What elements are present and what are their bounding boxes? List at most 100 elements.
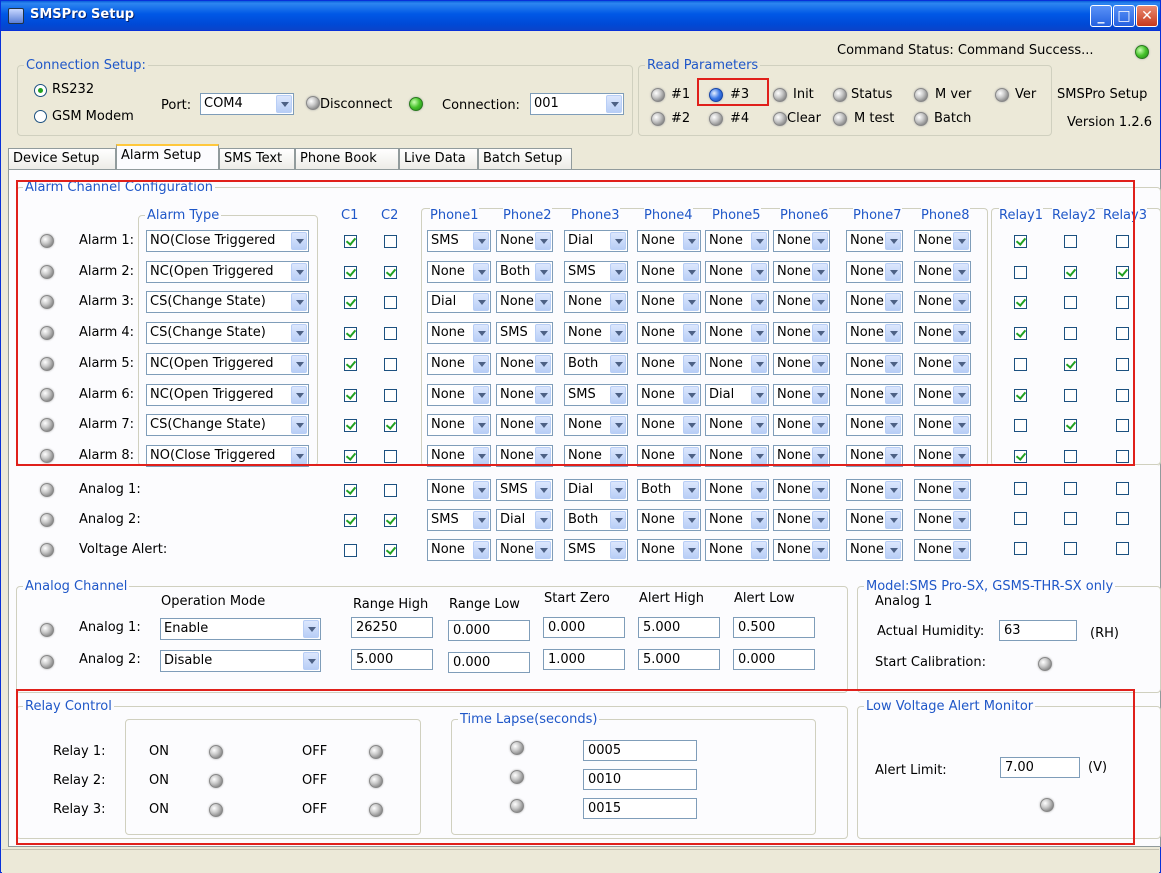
extra-1-c1-checkbox[interactable] [344,484,357,497]
calibration-button[interactable] [1038,657,1052,671]
analog1-alert-high[interactable]: 5.000 [638,617,720,638]
analog2-alert-low[interactable]: 0.000 [733,649,815,670]
extra-3-c1-checkbox[interactable] [344,544,357,557]
extra-2-phone1-select[interactable]: SMS [427,509,491,531]
chevron-down-icon [683,511,699,529]
tab-live-data[interactable]: Live Data [399,148,478,170]
extra-2-phone2-select[interactable]: Dial [496,509,553,531]
connection-setup-legend: Connection Setup: [26,58,146,73]
chevron-down-icon [751,541,767,559]
disconnect-led[interactable] [306,96,320,110]
extra-2-phone8-select[interactable]: None [914,509,971,531]
extra-2-relay2-checkbox[interactable] [1064,512,1077,525]
chevron-down-icon [953,511,969,529]
title-bar[interactable]: SMSPro Setup _ □ ✕ [1,1,1160,31]
extra-3-relay2-checkbox[interactable] [1064,542,1077,555]
extra-3-phone4-select[interactable]: None [637,539,701,561]
extra-2-phone5-select[interactable]: None [705,509,769,531]
humidity-input[interactable]: 63 [999,620,1077,641]
tab-batch-setup[interactable]: Batch Setup [478,148,572,170]
extra-1-phone7-select[interactable]: None [846,479,903,501]
chevron-down-icon [303,620,319,638]
extra-2-phone7-select[interactable]: None [846,509,903,531]
extra-1-phone1-select[interactable]: None [427,479,491,501]
analog2-led[interactable] [40,655,54,669]
port-select[interactable]: COM4 [200,93,294,115]
analog2-alert-high[interactable]: 5.000 [638,649,720,670]
analog2-range-high[interactable]: 5.000 [351,649,433,670]
analog1-range-low[interactable]: 0.000 [448,620,530,641]
extra-3-led[interactable] [40,543,54,557]
analog1-alert-low[interactable]: 0.500 [733,617,815,638]
close-button[interactable]: ✕ [1136,5,1158,27]
extra-2-c1-checkbox[interactable] [344,514,357,527]
maximize-button[interactable]: □ [1113,5,1135,27]
ver-button[interactable] [995,88,1009,102]
tab-sms-text[interactable]: SMS Text [219,148,295,170]
extra-1-phone2-select[interactable]: SMS [496,479,553,501]
read-2-button[interactable] [651,112,665,126]
chevron-down-icon [683,541,699,559]
analog1-start-zero[interactable]: 0.000 [543,617,625,638]
extra-1-relay1-checkbox[interactable] [1014,482,1027,495]
extra-3-phone7-select[interactable]: None [846,539,903,561]
minimize-button[interactable]: _ [1090,5,1112,27]
extra-1-c2-checkbox[interactable] [384,484,397,497]
extra-3-phone3-select[interactable]: SMS [564,539,628,561]
init-button[interactable] [773,88,787,102]
analog2-start-zero[interactable]: 1.000 [543,649,625,670]
read-3-button[interactable] [709,88,723,102]
extra-2-relay3-checkbox[interactable] [1116,512,1129,525]
chevron-down-icon [473,511,489,529]
read-1-button[interactable] [651,88,665,102]
extra-2-phone4-select[interactable]: None [637,509,701,531]
analog1-range-high[interactable]: 26250 [351,617,433,638]
chevron-down-icon [473,541,489,559]
status-button[interactable] [833,88,847,102]
read-4-button[interactable] [709,112,723,126]
extra-3-relay3-checkbox[interactable] [1116,542,1129,555]
analog2-row-label: Analog 2: [79,652,141,667]
batch-button[interactable] [914,112,928,126]
extra-1-phone8-select[interactable]: None [914,479,971,501]
status-bar [2,849,1159,873]
extra-3-relay1-checkbox[interactable] [1014,542,1027,555]
analog2-mode-select[interactable]: Disable [160,650,321,672]
extra-3-phone2-select[interactable]: None [496,539,553,561]
chevron-down-icon [535,481,551,499]
extra-1-phone4-select[interactable]: Both [637,479,701,501]
extra-3-c2-checkbox[interactable] [384,544,397,557]
extra-3-phone8-select[interactable]: None [914,539,971,561]
extra-1-relay2-checkbox[interactable] [1064,482,1077,495]
mtest-button[interactable] [833,112,847,126]
extra-3-phone1-select[interactable]: None [427,539,491,561]
mver-button[interactable] [914,88,928,102]
extra-2-c2-checkbox[interactable] [384,514,397,527]
tab-phone-book[interactable]: Phone Book [295,148,399,170]
tab-device-setup[interactable]: Device Setup [8,148,116,170]
extra-1-phone6-select[interactable]: None [773,479,830,501]
analog2-range-low[interactable]: 0.000 [448,652,530,673]
clear-button[interactable] [773,112,787,126]
app-version: Version 1.2.6 [1067,115,1153,130]
extra-1-led[interactable] [40,483,54,497]
extra-3-phone5-select[interactable]: None [705,539,769,561]
tab-alarm-setup[interactable]: Alarm Setup [116,144,219,169]
analog1-mode-select[interactable]: Enable [160,618,321,640]
disconnect-label[interactable]: Disconnect [320,97,392,112]
extra-2-led[interactable] [40,513,54,527]
gsm-modem-radio[interactable] [34,110,47,123]
connection-select[interactable]: 001 [530,93,624,115]
chevron-down-icon [812,511,828,529]
extra-1-phone3-select[interactable]: Dial [564,479,628,501]
analog1-led[interactable] [40,623,54,637]
extra-1-relay3-checkbox[interactable] [1116,482,1129,495]
extra-2-relay1-checkbox[interactable] [1014,512,1027,525]
extra-2-phone6-select[interactable]: None [773,509,830,531]
extra-1-phone5-select[interactable]: None [705,479,769,501]
rs232-radio[interactable] [34,84,47,97]
extra-2-phone3-select[interactable]: Both [564,509,628,531]
model-analog-label: Analog 1 [875,594,933,609]
extra-3-phone6-select[interactable]: None [773,539,830,561]
init-label: Init [793,87,814,102]
